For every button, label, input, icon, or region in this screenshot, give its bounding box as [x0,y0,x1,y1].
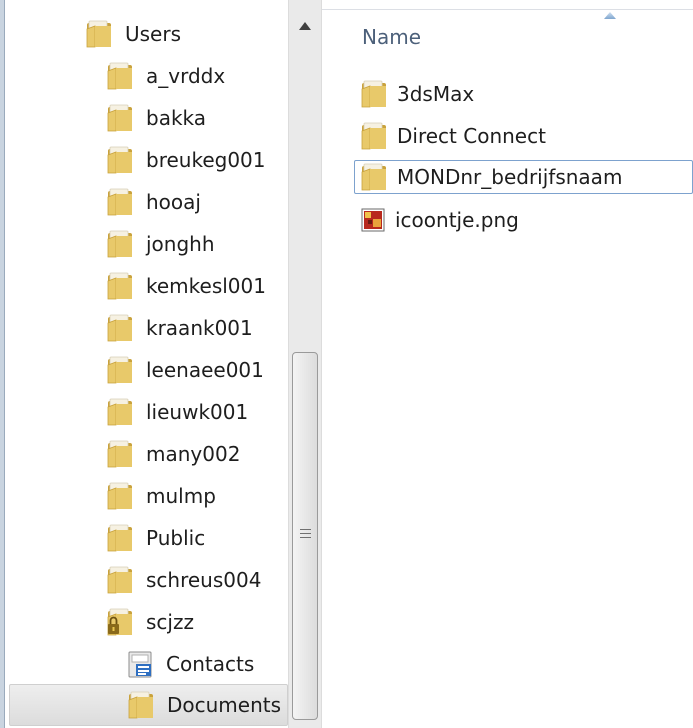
folder-icon [107,230,132,258]
tree-item-breukeg001[interactable]: breukeg001 [5,139,288,181]
tree-item-label: lieuwk001 [146,400,249,424]
tree-item-many002[interactable]: many002 [5,433,288,475]
tree-item-leenaee001[interactable]: leenaee001 [5,349,288,391]
folder-icon [361,80,386,108]
folder-icon [107,146,132,174]
file-item-label: MONDnr_bedrijfsnaam [397,165,623,189]
tree-item-label: a_vrddx [146,64,226,88]
tree-item-label: mulmp [146,484,216,508]
tree-item-label: Contacts [166,652,255,676]
folder-icon [107,440,132,468]
tree-item-bakka[interactable]: bakka [5,97,288,139]
file-item-label: 3dsMax [397,82,475,106]
file-item-icoontje-png[interactable]: icoontje.png [354,203,693,237]
tree-item-documents[interactable]: Documents [9,684,288,726]
folder-icon [361,163,386,191]
folder-icon [107,524,132,552]
tree-item-label: scjzz [146,610,194,634]
tree-item-lieuwk001[interactable]: lieuwk001 [5,391,288,433]
tree-item-scjzz[interactable]: scjzz [5,601,288,643]
tree-item-label: Public [146,526,206,550]
tree-item-label: leenaee001 [146,358,264,382]
tree-item-kraank001[interactable]: kraank001 [5,307,288,349]
tree-item-label: breukeg001 [146,148,266,172]
file-item-mondnr-bedrijfsnaam[interactable]: MONDnr_bedrijfsnaam [354,160,693,194]
tree-item-label: kemkesl001 [146,274,266,298]
tree-item-label: many002 [146,442,241,466]
folder-icon [128,691,153,719]
tree-item-label: Users [125,22,182,46]
tree-item-hooaj[interactable]: hooaj [5,181,288,223]
folder-icon [361,122,386,150]
file-item-label: icoontje.png [395,208,519,232]
column-header-divider [322,9,693,10]
folder-icon [107,356,132,384]
name-column-header[interactable]: Name [362,25,421,49]
folder-icon [107,566,132,594]
file-item-3dsmax[interactable]: 3dsMax [354,77,693,111]
sort-ascending-icon [604,12,616,19]
tree-item-kemkesl001[interactable]: kemkesl001 [5,265,288,307]
folder-icon [107,104,132,132]
folder-icon [107,314,132,342]
tree-item-label: hooaj [146,190,201,214]
scroll-thumb[interactable] [292,352,318,720]
tree-item-public[interactable]: Public [5,517,288,559]
tree-item-jonghh[interactable]: jonghh [5,223,288,265]
tree-item-label: jonghh [146,232,215,256]
tree-item-contacts[interactable]: Contacts [5,643,288,685]
tree-item-schreus004[interactable]: schreus004 [5,559,288,601]
file-item-label: Direct Connect [397,124,546,148]
tree-item-users[interactable]: Users [5,13,288,55]
contacts-folder-icon [128,651,152,678]
tree-item-label: kraank001 [146,316,253,340]
scroll-thumb-grip-icon [300,529,311,541]
folder-icon [107,398,132,426]
tree-item-label: bakka [146,106,207,130]
folder-icon [107,62,132,90]
locked-folder-icon [107,608,132,636]
png-image-icon [361,208,385,232]
file-item-direct-connect[interactable]: Direct Connect [354,119,693,153]
folder-icon [107,188,132,216]
tree-item-a-vrddx[interactable]: a_vrddx [5,55,288,97]
folder-icon [107,272,132,300]
explorer-window: Users a_vrddxbakka breukeg001 hooaj jonghh ke… [0,0,693,728]
tree-item-label: Documents [167,693,282,717]
folder-icon [86,20,111,48]
tree-item-label: schreus004 [146,568,262,592]
file-list-pane[interactable]: Name 3dsMax Direct Connect MONDnr_bedrijfs… [322,0,693,728]
nav-pane-vertical-scrollbar[interactable] [288,0,322,728]
folder-icon [107,482,132,510]
scroll-up-button[interactable] [289,4,321,48]
scroll-up-arrow-icon [299,22,311,30]
navigation-pane[interactable]: Users a_vrddxbakka breukeg001 hooaj jonghh ke… [5,0,288,728]
tree-item-mulmp[interactable]: mulmp [5,475,288,517]
